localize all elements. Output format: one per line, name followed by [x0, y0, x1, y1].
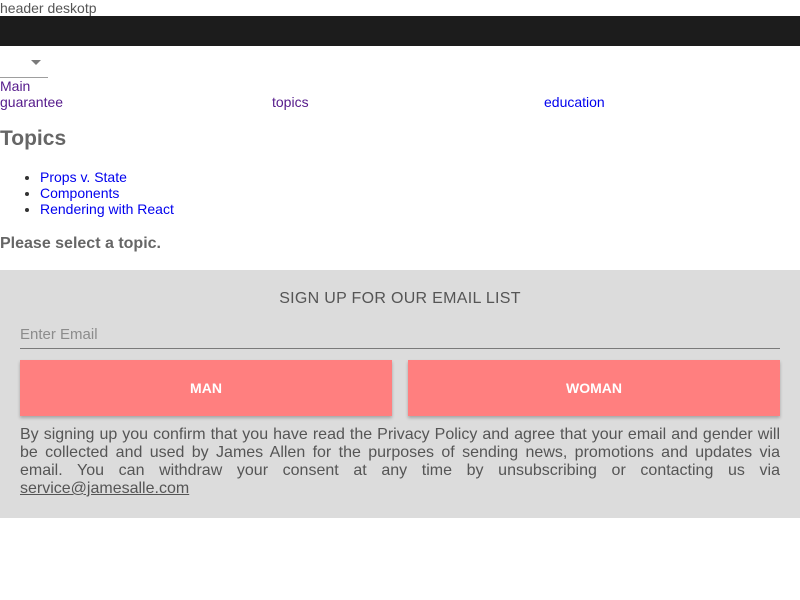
- header-label: header deskotp: [0, 0, 97, 16]
- legal-text: By signing up you confirm that you have …: [20, 426, 780, 498]
- main-link[interactable]: Main: [0, 78, 30, 94]
- topic-link-props-state[interactable]: Props v. State: [40, 169, 127, 185]
- list-item: Props v. State: [40, 169, 174, 185]
- nav-select-dropdown[interactable]: [0, 52, 48, 78]
- topics-list: Props v. State Components Rendering with…: [0, 169, 174, 217]
- topic-link-components[interactable]: Components: [40, 185, 119, 201]
- nav-link-education[interactable]: education: [544, 94, 800, 110]
- signup-title: SIGN UP FOR OUR EMAIL LIST: [279, 290, 521, 307]
- select-topic-prompt: Please select a topic.: [0, 235, 161, 252]
- man-button[interactable]: MAN: [20, 360, 392, 416]
- email-signup-section: SIGN UP FOR OUR EMAIL LIST MAN WOMAN By …: [0, 270, 800, 518]
- legal-text-body: By signing up you confirm that you have …: [20, 426, 780, 479]
- nav-link-guarantee[interactable]: guarantee: [0, 94, 272, 110]
- nav-links: guarantee topics education: [0, 94, 800, 110]
- topics-heading: Topics: [0, 127, 67, 150]
- chevron-down-icon: [31, 60, 41, 65]
- email-field[interactable]: [20, 320, 780, 349]
- header-bar: [0, 16, 800, 46]
- topic-link-rendering[interactable]: Rendering with React: [40, 201, 174, 217]
- woman-button[interactable]: WOMAN: [408, 360, 780, 416]
- list-item: Rendering with React: [40, 201, 174, 217]
- list-item: Components: [40, 185, 174, 201]
- nav-link-topics[interactable]: topics: [272, 94, 544, 110]
- contact-email-link[interactable]: service@jamesalle.com: [20, 480, 189, 497]
